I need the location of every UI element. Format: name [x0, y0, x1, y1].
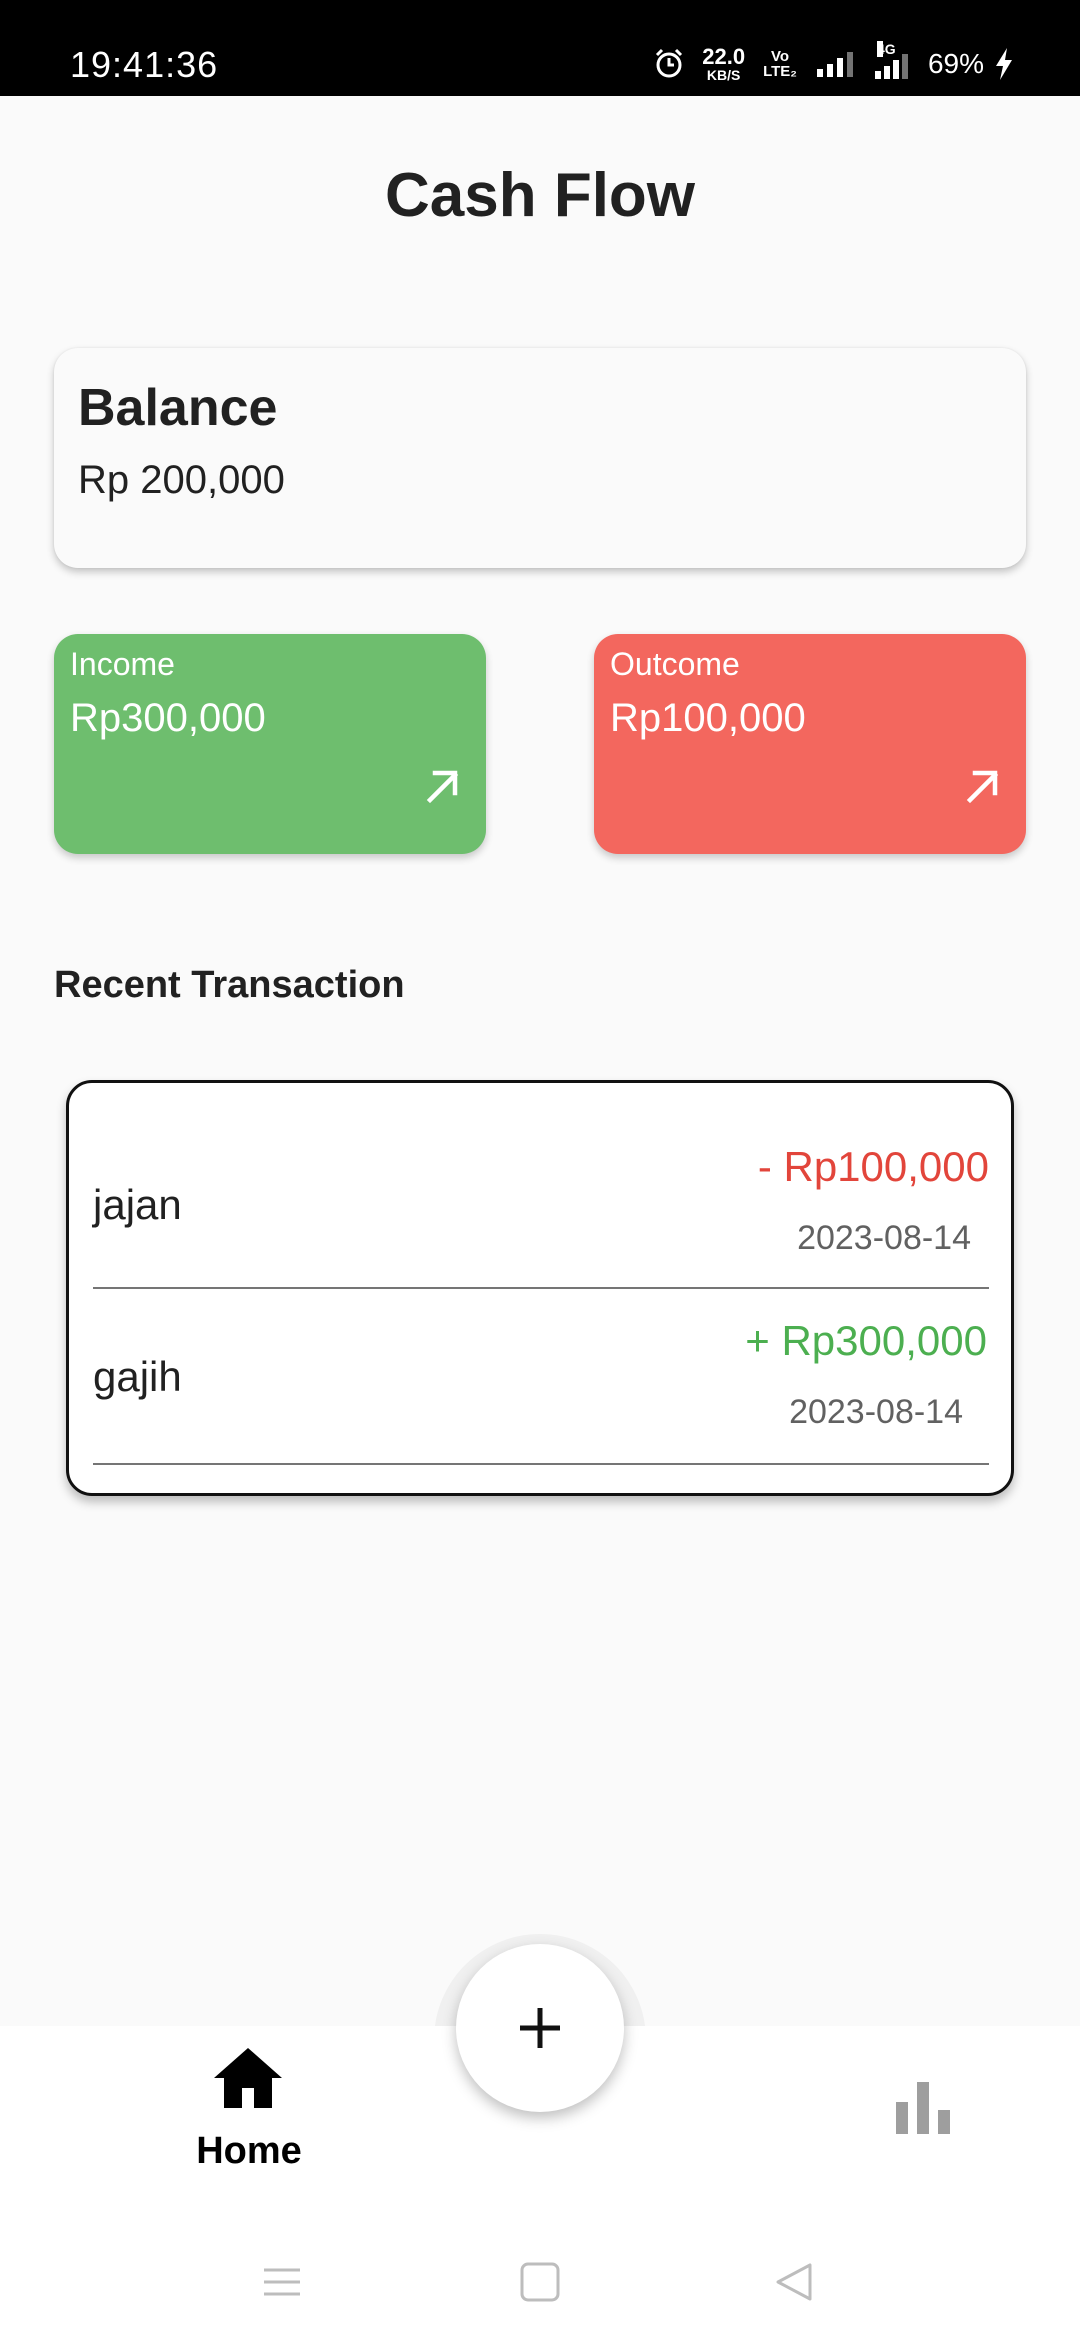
nav-home[interactable]: Home — [176, 2046, 322, 2196]
net-speed: 22.0 KB/S — [702, 44, 746, 83]
nav-home-label: Home — [196, 2130, 302, 2172]
transaction-row[interactable]: gajih + Rp300,000 2023-08-14 — [93, 1289, 989, 1465]
alarm-icon — [656, 48, 683, 78]
transaction-name: jajan — [93, 1181, 182, 1228]
income-value: Rp300,000 — [70, 696, 266, 740]
balance-title: Balance — [78, 379, 278, 437]
balance-card: Balance Rp 200,000 — [54, 348, 1026, 568]
volte-icon: Vo LTE₂ — [763, 49, 797, 79]
arrow-up-right-icon — [426, 770, 459, 804]
screen: 19:41:36 22.0 KB/S Vo LTE₂ 4G 69% Cash F… — [0, 0, 1080, 2340]
outcome-card[interactable]: Outcome Rp100,000 — [594, 634, 1026, 854]
transaction-row[interactable]: jajan - Rp100,000 2023-08-14 — [93, 1083, 989, 1289]
balance-value: Rp 200,000 — [78, 458, 285, 502]
net-speed-unit: KB/S — [706, 67, 741, 83]
recent-transaction-title: Recent Transaction — [54, 964, 405, 1006]
transaction-date: 2023-08-14 — [789, 1393, 963, 1431]
outcome-label: Outcome — [610, 646, 740, 682]
plus-icon — [520, 2008, 560, 2048]
charging-icon — [996, 48, 1012, 80]
status-time: 19:41:36 — [70, 44, 219, 85]
status-bar: 19:41:36 22.0 KB/S Vo LTE₂ 4G 69% — [0, 0, 1080, 96]
volte-bottom: LTE₂ — [763, 63, 797, 80]
bar-chart-icon[interactable] — [894, 2080, 952, 2136]
page-title: Cash Flow — [384, 161, 696, 230]
mobile-data-icon: 4G — [874, 41, 908, 79]
square-home-icon[interactable] — [518, 2262, 562, 2302]
net-speed-value: 22.0 — [702, 44, 746, 69]
transaction-amount: - Rp100,000 — [757, 1143, 989, 1190]
menu-icon[interactable] — [260, 2262, 304, 2302]
system-navigation-bar — [0, 2220, 1080, 2340]
signal-icon — [816, 51, 853, 77]
battery-percent: 69% — [927, 48, 984, 79]
income-card[interactable]: Income Rp300,000 — [54, 634, 486, 854]
transaction-name: gajih — [93, 1353, 182, 1400]
network-type: 4G — [876, 41, 896, 57]
outcome-value: Rp100,000 — [610, 696, 806, 740]
arrow-up-right-icon — [966, 770, 999, 804]
status-icons: 22.0 KB/S Vo LTE₂ 4G 69% — [652, 41, 1014, 84]
volte-top: Vo — [770, 48, 790, 65]
transaction-date: 2023-08-14 — [797, 1219, 971, 1257]
transaction-list: jajan - Rp100,000 2023-08-14 gajih + Rp3… — [66, 1080, 1014, 1496]
add-transaction-button[interactable] — [456, 1944, 624, 2112]
back-triangle-icon[interactable] — [772, 2262, 816, 2302]
transaction-amount: + Rp300,000 — [745, 1317, 987, 1364]
income-label: Income — [70, 646, 175, 682]
home-icon — [214, 2048, 282, 2108]
